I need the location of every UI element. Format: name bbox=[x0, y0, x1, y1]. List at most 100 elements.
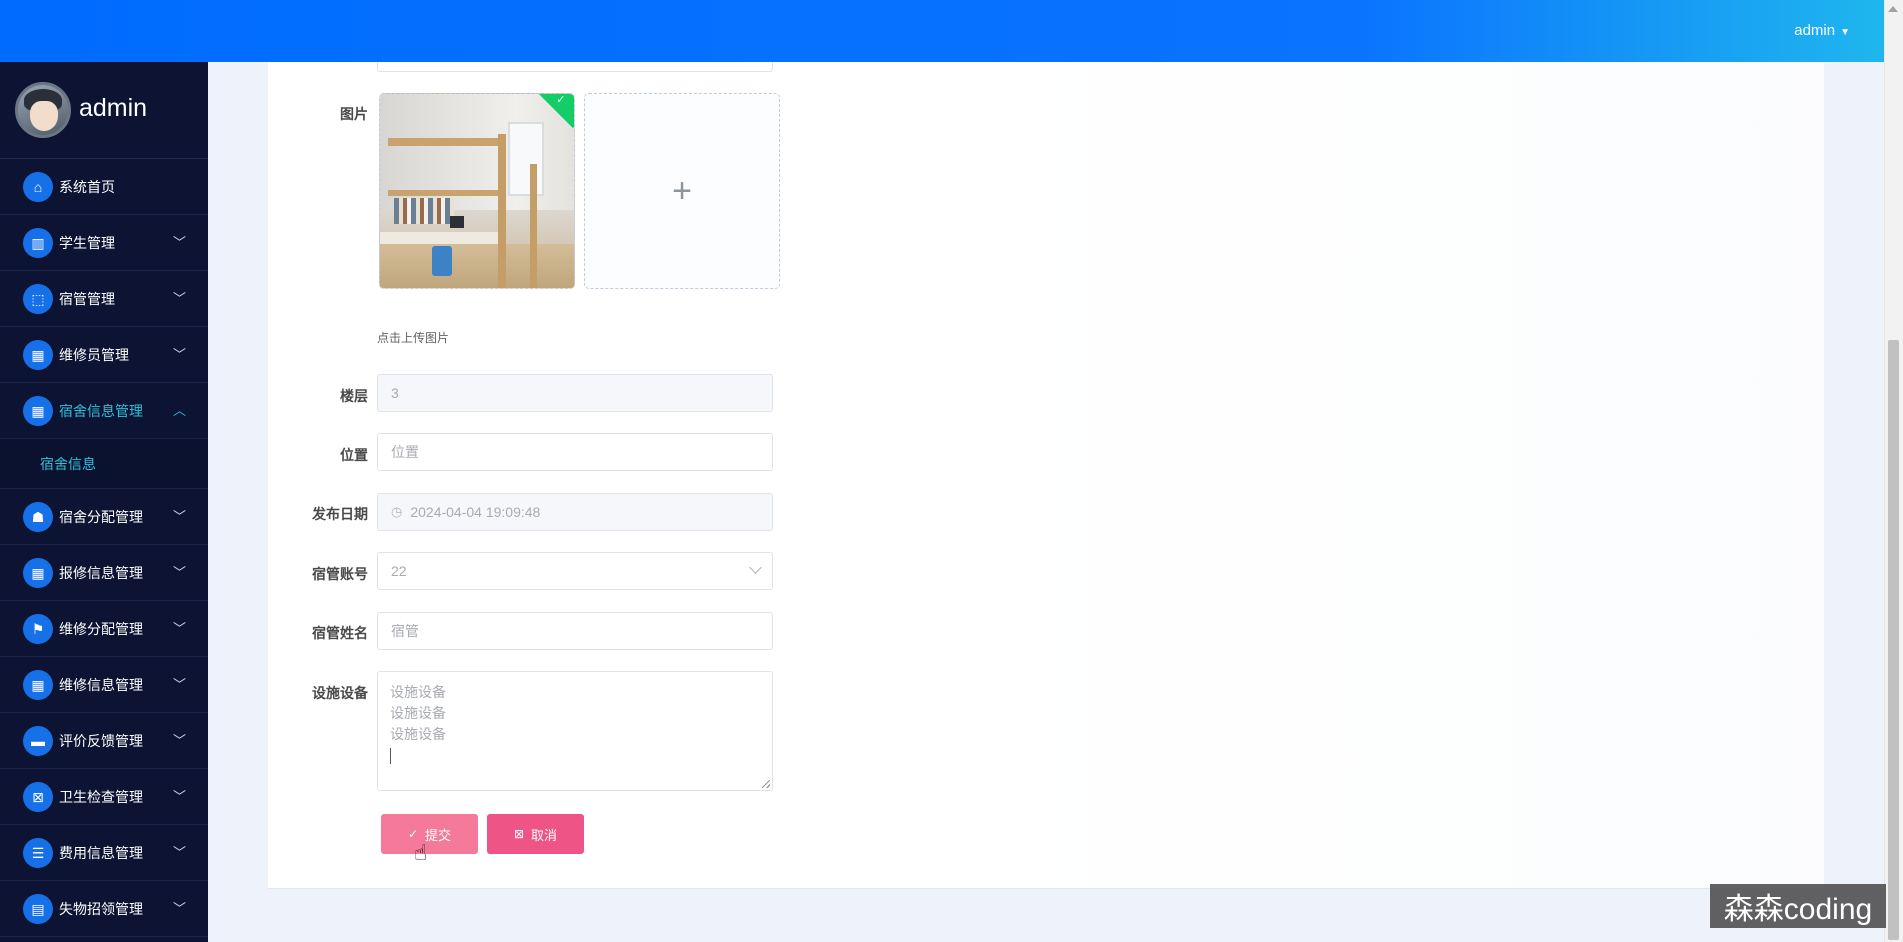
sidebar-item-label: 维修员管理 bbox=[59, 346, 129, 363]
image-label: 图片 bbox=[340, 106, 368, 122]
chevron-down-icon: ﹀ bbox=[172, 509, 186, 524]
clipboard-icon: ▤ bbox=[23, 893, 53, 924]
name-input[interactable]: 宿管 bbox=[377, 612, 773, 650]
chevron-down-icon: ﹀ bbox=[172, 621, 186, 636]
sidebar-item[interactable]: ⊠ 卫生检查管理 ﹀ bbox=[0, 769, 208, 825]
chevron-down-icon: ﹀ bbox=[172, 347, 186, 362]
scroll-up-arrow-icon[interactable] bbox=[1888, 6, 1898, 12]
upload-button[interactable]: + bbox=[584, 93, 780, 289]
sidebar: admin ⌂ 系统首页 ▥ 学生管理 ﹀ ⬚ 宿管管理 ﹀ ▦ 维修员管理 ﹀ ▦ 宿舍信息管理 ︿ 宿舍… bbox=[0, 62, 208, 942]
name-placeholder: 宿管 bbox=[391, 623, 419, 639]
sidebar-item[interactable]: ▥ 学生管理 ﹀ bbox=[0, 215, 208, 271]
sidebar-item-label: 报修信息管理 bbox=[59, 564, 143, 581]
chevron-up-icon: ︿ bbox=[172, 403, 186, 418]
sidebar-item-label: 宿舍信息管理 bbox=[59, 402, 143, 419]
chevron-down-icon: ﹀ bbox=[172, 845, 186, 860]
sidebar-menu: ⌂ 系统首页 ▥ 学生管理 ﹀ ⬚ 宿管管理 ﹀ ▦ 维修员管理 ﹀ ▦ 宿舍信息管理 ︿ 宿舍信息 ☗ 宿舍分… bbox=[0, 159, 208, 937]
sidebar-item-label: 宿管管理 bbox=[59, 290, 115, 307]
account-select[interactable]: 22 bbox=[377, 552, 773, 590]
caret-down-icon[interactable]: ▼ bbox=[1840, 27, 1850, 38]
floor-label: 楼层 bbox=[340, 388, 368, 404]
sidebar-item-label: 维修分配管理 bbox=[59, 620, 143, 637]
facility-line: 设施设备 bbox=[390, 684, 446, 700]
date-value: 2024-04-04 19:09:48 bbox=[410, 504, 541, 520]
floor-field: 3 bbox=[377, 374, 773, 412]
sidebar-item-label: 宿舍分配管理 bbox=[59, 508, 143, 525]
facility-label: 设施设备 bbox=[312, 685, 368, 701]
clock-icon: ◷ bbox=[391, 504, 403, 519]
sidebar-item[interactable]: ▦ 维修员管理 ﹀ bbox=[0, 327, 208, 383]
sidebar-item[interactable]: ⬚ 宿管管理 ﹀ bbox=[0, 271, 208, 327]
sidebar-item[interactable]: ▤ 失物招领管理 ﹀ bbox=[0, 881, 208, 937]
chart-icon: ⬚ bbox=[23, 283, 53, 314]
ticket-icon: ▬ bbox=[23, 725, 53, 756]
list-icon: ☰ bbox=[23, 837, 53, 868]
sidebar-item[interactable]: ☰ 费用信息管理 ﹀ bbox=[0, 825, 208, 881]
location-input[interactable]: 位置 bbox=[377, 433, 773, 471]
resize-handle-icon[interactable] bbox=[762, 780, 770, 788]
clipboard-x-icon: ⊠ bbox=[23, 781, 53, 812]
chevron-down-icon: ﹀ bbox=[172, 565, 186, 580]
account-value: 22 bbox=[391, 563, 407, 579]
top-header-bar: admin ▼ bbox=[0, 0, 1884, 62]
sidebar-item-label: 维修信息管理 bbox=[59, 676, 143, 693]
chevron-down-icon: ﹀ bbox=[172, 901, 186, 916]
sidebar-item[interactable]: ☗ 宿舍分配管理 ﹀ bbox=[0, 489, 208, 545]
uploaded-photo[interactable]: ✓ bbox=[379, 93, 575, 289]
sidebar-item-label: 费用信息管理 bbox=[59, 844, 143, 861]
date-picker[interactable]: ◷ 2024-04-04 19:09:48 bbox=[377, 493, 773, 531]
sidebar-item-label: 失物招领管理 bbox=[59, 900, 143, 917]
chevron-down-icon: ﹀ bbox=[172, 291, 186, 306]
scrollbar-thumb[interactable] bbox=[1888, 340, 1899, 940]
submenu-item-dorm-info[interactable]: 宿舍信息 bbox=[0, 439, 208, 489]
submenu-item-label: 宿舍信息 bbox=[40, 455, 96, 472]
text-cursor bbox=[390, 748, 391, 764]
book-icon: ▥ bbox=[23, 227, 53, 258]
sidebar-item[interactable]: ⚑ 维修分配管理 ﹀ bbox=[0, 601, 208, 657]
sidebar-profile: admin bbox=[0, 62, 208, 159]
upload-tip: 点击上传图片 bbox=[377, 331, 450, 345]
account-label: 宿管账号 bbox=[312, 566, 368, 582]
sidebar-item[interactable]: ⌂ 系统首页 bbox=[0, 159, 208, 215]
location-placeholder: 位置 bbox=[391, 444, 419, 460]
sidebar-item-label: 学生管理 bbox=[59, 234, 115, 251]
sidebar-item-label: 系统首页 bbox=[59, 178, 115, 195]
chevron-down-icon: ﹀ bbox=[172, 235, 186, 250]
submit-label: 提交 bbox=[425, 827, 452, 843]
grid-icon: ▦ bbox=[23, 395, 53, 426]
chevron-down-icon: ﹀ bbox=[172, 789, 186, 804]
home-icon: ⌂ bbox=[23, 171, 53, 202]
grid-icon: ▦ bbox=[23, 339, 53, 370]
cancel-label: 取消 bbox=[531, 827, 558, 843]
date-label: 发布日期 bbox=[312, 506, 368, 522]
sidebar-item[interactable]: ▦ 宿舍信息管理 ︿ bbox=[0, 383, 208, 439]
sidebar-item[interactable]: ▦ 维修信息管理 ﹀ bbox=[0, 657, 208, 713]
close-box-icon: ⊠ bbox=[513, 827, 525, 841]
flag-icon: ⚑ bbox=[23, 613, 53, 644]
hand-cursor-icon: ☝ bbox=[414, 840, 428, 865]
chevron-down-icon bbox=[749, 561, 762, 574]
sidebar-item-label: 评价反馈管理 bbox=[59, 732, 143, 749]
grid-icon: ▦ bbox=[23, 557, 53, 588]
facility-textarea[interactable]: 设施设备 设施设备 设施设备 bbox=[377, 671, 773, 791]
facility-line: 设施设备 bbox=[390, 705, 446, 721]
sidebar-item-label: 卫生检查管理 bbox=[59, 788, 143, 805]
sidebar-item[interactable]: ▬ 评价反馈管理 ﹀ bbox=[0, 713, 208, 769]
watermark: 森森coding bbox=[1710, 884, 1886, 928]
chevron-down-icon: ﹀ bbox=[172, 677, 186, 692]
submit-button[interactable]: ✓ 提交 bbox=[381, 814, 478, 854]
username-label[interactable]: admin bbox=[1794, 22, 1835, 39]
location-label: 位置 bbox=[340, 447, 368, 463]
chevron-down-icon: ﹀ bbox=[172, 733, 186, 748]
sidebar-item[interactable]: ▦ 报修信息管理 ﹀ bbox=[0, 545, 208, 601]
user-dropdown[interactable]: admin ▼ bbox=[1794, 22, 1850, 39]
check-icon: ✓ bbox=[556, 94, 566, 107]
previous-field-edge bbox=[377, 62, 773, 72]
profile-name: admin bbox=[79, 94, 148, 122]
name-label: 宿管姓名 bbox=[312, 625, 368, 641]
check-icon: ✓ bbox=[407, 827, 419, 841]
avatar bbox=[15, 82, 71, 138]
facility-line: 设施设备 bbox=[390, 726, 446, 742]
plus-icon: + bbox=[672, 171, 692, 210]
cancel-button[interactable]: ⊠ 取消 bbox=[487, 814, 584, 854]
